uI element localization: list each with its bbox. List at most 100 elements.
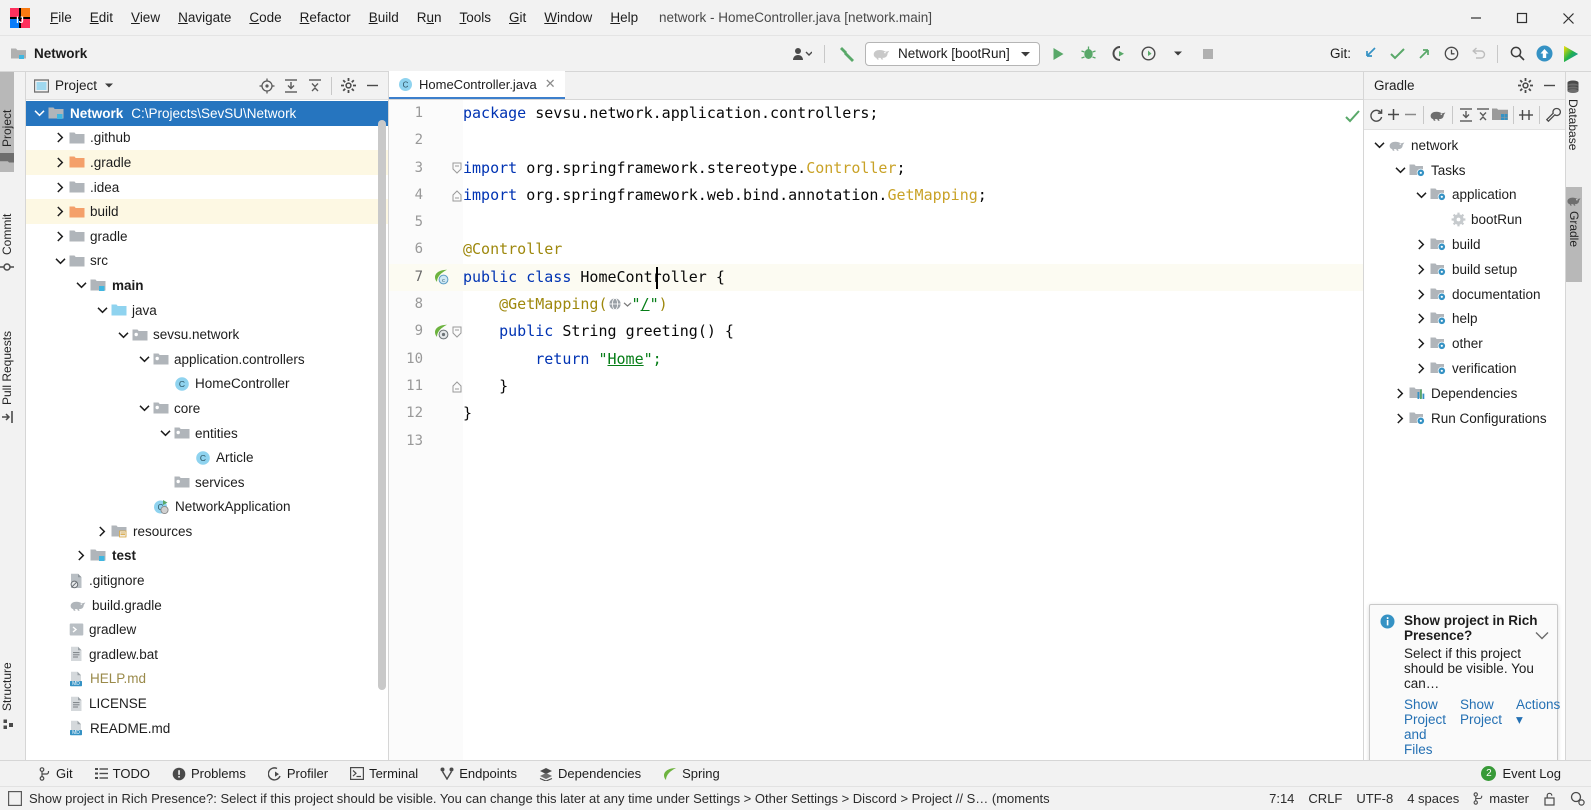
stop-button[interactable]: [1196, 42, 1220, 66]
bottom-item-problems[interactable]: Problems: [161, 763, 257, 784]
run-button[interactable]: [1046, 42, 1070, 66]
bottom-item-terminal[interactable]: Terminal: [339, 763, 429, 784]
remove-gradle-project-icon[interactable]: [1402, 103, 1418, 127]
gradle-tree-item-bootrun[interactable]: bootRun: [1364, 207, 1565, 232]
editor-gutter[interactable]: 1 2 3 4 5 6 7 c 8 9 10 11 12 13: [389, 100, 463, 774]
chevron-right-icon[interactable]: [1412, 239, 1430, 250]
gradle-tree-item-tasks[interactable]: Tasks: [1364, 158, 1565, 183]
menu-edit[interactable]: Edit: [81, 6, 122, 29]
inspection-ok-icon[interactable]: [1344, 108, 1361, 125]
tree-item-main[interactable]: main: [26, 273, 388, 298]
gradle-tree-item-build-setup[interactable]: build setup: [1364, 257, 1565, 282]
tree-item-license[interactable]: LICENSE: [26, 691, 388, 716]
code-folding-marker[interactable]: [451, 326, 463, 338]
ide-assistant-icon[interactable]: [1559, 42, 1583, 66]
line-separator[interactable]: CRLF: [1308, 791, 1342, 806]
notification-badge-icon[interactable]: [8, 791, 22, 806]
run-with-coverage-button[interactable]: [1106, 42, 1130, 66]
window-controls[interactable]: [1453, 0, 1591, 36]
code-folding-marker[interactable]: [451, 380, 463, 393]
collapse-all-button[interactable]: [1475, 103, 1491, 127]
menu-code[interactable]: Code: [240, 6, 290, 29]
search-icon[interactable]: [1505, 42, 1529, 66]
project-tree-scrollbar[interactable]: [378, 120, 386, 690]
gutter-icon-slot[interactable]: [431, 324, 451, 340]
show-project-link[interactable]: Show Project: [1460, 697, 1502, 757]
tree-item-resources[interactable]: resources: [26, 519, 388, 544]
gutter-row[interactable]: 6: [389, 236, 463, 263]
user-accounts-icon[interactable]: [790, 42, 814, 66]
select-opened-file-button[interactable]: [255, 74, 279, 98]
git-push-icon[interactable]: [1412, 42, 1436, 66]
gutter-icon-slot[interactable]: c: [431, 269, 451, 285]
tree-item--gradle[interactable]: .gradle: [26, 150, 388, 175]
actions-dropdown-link[interactable]: Actions ▾: [1516, 697, 1560, 757]
sidebar-item-commit[interactable]: Commit: [0, 172, 14, 282]
chevron-down-icon[interactable]: [51, 257, 69, 265]
code-line[interactable]: public class HomeController {: [463, 263, 1363, 292]
code-line[interactable]: }: [463, 373, 1363, 400]
git-history-icon[interactable]: [1439, 42, 1463, 66]
gutter-row[interactable]: 12: [389, 400, 463, 427]
status-message-area[interactable]: Show project in Rich Presence?: Select i…: [8, 791, 1050, 806]
gutter-row[interactable]: 4: [389, 182, 463, 209]
lock-icon[interactable]: [1543, 792, 1556, 806]
minimize-button[interactable]: [1453, 0, 1499, 36]
menu-navigate[interactable]: Navigate: [169, 6, 240, 29]
tree-item-build-gradle[interactable]: build.gradle: [26, 593, 388, 618]
chevron-right-icon[interactable]: [51, 132, 69, 143]
indent-setting[interactable]: 4 spaces: [1407, 791, 1459, 806]
project-structure-icon[interactable]: [1491, 103, 1508, 127]
chevron-right-icon[interactable]: [72, 550, 90, 562]
chevron-down-icon[interactable]: [72, 281, 90, 289]
tree-item--idea[interactable]: .idea: [26, 175, 388, 200]
code-folding-marker[interactable]: [451, 189, 463, 202]
sidebar-item-database[interactable]: Database: [1566, 72, 1580, 187]
chevron-right-icon[interactable]: [1412, 313, 1430, 324]
code-line[interactable]: public String greeting() {: [463, 318, 1363, 345]
code-text[interactable]: package sevsu.network.application.contro…: [463, 100, 1363, 774]
hide-panel-button[interactable]: [1537, 74, 1561, 98]
sidebar-item-structure[interactable]: Structure: [0, 632, 14, 737]
tree-item-test[interactable]: test: [26, 544, 388, 569]
code-folding-marker[interactable]: [451, 162, 463, 174]
gutter-row[interactable]: 11: [389, 373, 463, 400]
menu-file[interactable]: File: [41, 6, 81, 29]
bottom-item-spring[interactable]: Spring: [652, 763, 731, 784]
menu-tools[interactable]: Tools: [451, 6, 501, 29]
tree-item-gradle[interactable]: gradle: [26, 224, 388, 249]
gutter-row[interactable]: 13: [389, 428, 463, 455]
gradle-settings-wrench-icon[interactable]: [1545, 103, 1562, 127]
menu-help[interactable]: Help: [601, 6, 647, 29]
gradle-elephant-icon[interactable]: [1429, 103, 1447, 127]
maximize-button[interactable]: [1499, 0, 1545, 36]
chevron-right-icon[interactable]: [1412, 264, 1430, 275]
collapse-notification-icon[interactable]: [1535, 631, 1549, 640]
tree-item-core[interactable]: core: [26, 396, 388, 421]
chevron-right-icon[interactable]: [1412, 363, 1430, 374]
chevron-down-icon[interactable]: [114, 331, 132, 339]
gutter-row[interactable]: 2: [389, 127, 463, 154]
gradle-tree-item-other[interactable]: other: [1364, 331, 1565, 356]
close-button[interactable]: [1545, 0, 1591, 36]
gradle-tree-item-network[interactable]: network: [1364, 133, 1565, 158]
git-branch-widget[interactable]: master: [1473, 791, 1529, 806]
code-line[interactable]: [463, 127, 1363, 154]
tree-item-gradlew-bat[interactable]: gradlew.bat: [26, 642, 388, 667]
tree-item--github[interactable]: .github: [26, 126, 388, 151]
tree-item-sevsu-network[interactable]: sevsu.network: [26, 322, 388, 347]
gradle-tree-item-build[interactable]: build: [1364, 232, 1565, 257]
tree-item-help-md[interactable]: MD HELP.md: [26, 667, 388, 692]
chevron-down-icon[interactable]: [30, 109, 48, 117]
gradle-tree-item-dependencies[interactable]: Dependencies: [1364, 381, 1565, 406]
tree-item-readme-md[interactable]: MD README.md: [26, 716, 388, 741]
gutter-row[interactable]: 10: [389, 346, 463, 373]
tree-item-entities[interactable]: entities: [26, 421, 388, 446]
ide-settings-icon[interactable]: [1570, 791, 1585, 806]
menu-build[interactable]: Build: [360, 6, 408, 29]
git-commit-icon[interactable]: [1385, 42, 1409, 66]
add-gradle-project-icon[interactable]: [1385, 103, 1401, 127]
close-icon[interactable]: ✕: [543, 76, 558, 92]
chevron-right-icon[interactable]: [51, 157, 69, 168]
bottom-item-git[interactable]: Git: [28, 763, 84, 784]
